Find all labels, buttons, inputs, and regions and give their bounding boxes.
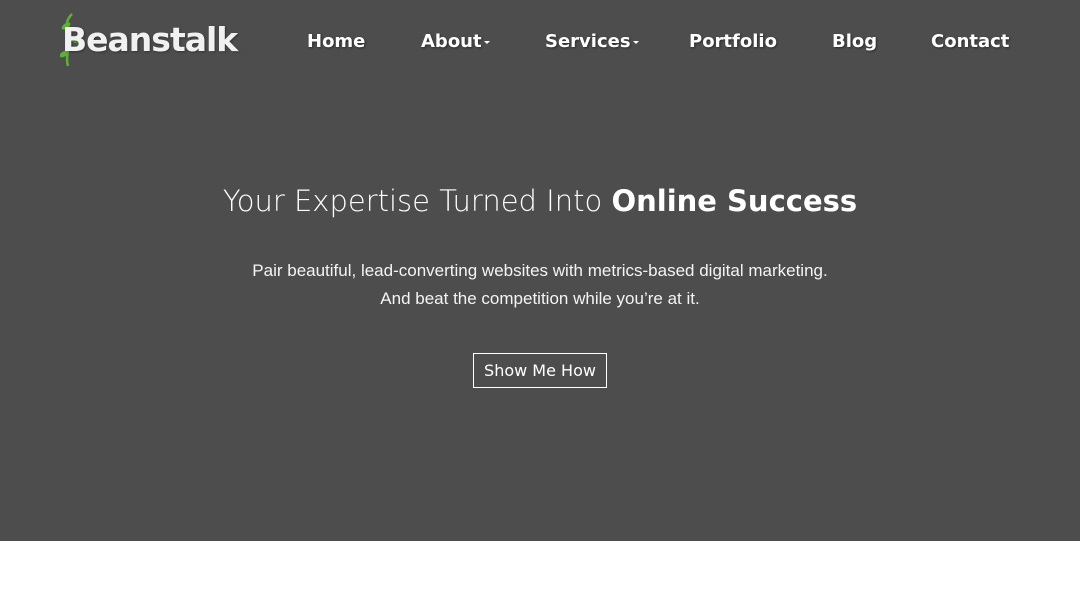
hero-headline-bold: Online Success <box>611 184 858 218</box>
cta-label: Show Me How <box>484 361 596 380</box>
caret-down-icon <box>632 41 639 44</box>
nav-about-label: About <box>421 31 482 52</box>
nav-about[interactable]: About <box>421 31 490 52</box>
hero-subtext-line1: Pair beautiful, lead-converting websites… <box>252 261 828 280</box>
nav-portfolio-label: Portfolio <box>689 31 777 52</box>
nav-blog-label: Blog <box>832 31 878 52</box>
nav-services-label: Services <box>545 31 631 52</box>
hero-subtext: Pair beautiful, lead-converting websites… <box>0 257 1080 313</box>
nav-home-label: Home <box>307 31 366 52</box>
nav-contact-label: Contact <box>931 31 1010 52</box>
hero-headline: Your Expertise Turned Into Online Succes… <box>0 184 1080 218</box>
logo-text: Beanstalk <box>62 19 238 59</box>
nav-home[interactable]: Home <box>307 31 365 52</box>
show-me-how-button[interactable]: Show Me How <box>473 353 607 388</box>
hero-headline-light: Your Expertise Turned Into <box>222 184 612 218</box>
caret-down-icon <box>483 41 490 44</box>
nav-blog[interactable]: Blog <box>832 31 877 52</box>
nav-portfolio[interactable]: Portfolio <box>689 31 777 52</box>
nav-services[interactable]: Services <box>545 31 639 52</box>
nav-contact[interactable]: Contact <box>931 31 1009 52</box>
hero-section: Beanstalk Home About Services Portfolio … <box>0 0 1080 541</box>
main-navigation: Beanstalk Home About Services Portfolio … <box>0 0 1080 86</box>
beanstalk-logo[interactable]: Beanstalk <box>60 12 238 67</box>
hero-subtext-line2: And beat the competition while you’re at… <box>380 289 700 308</box>
